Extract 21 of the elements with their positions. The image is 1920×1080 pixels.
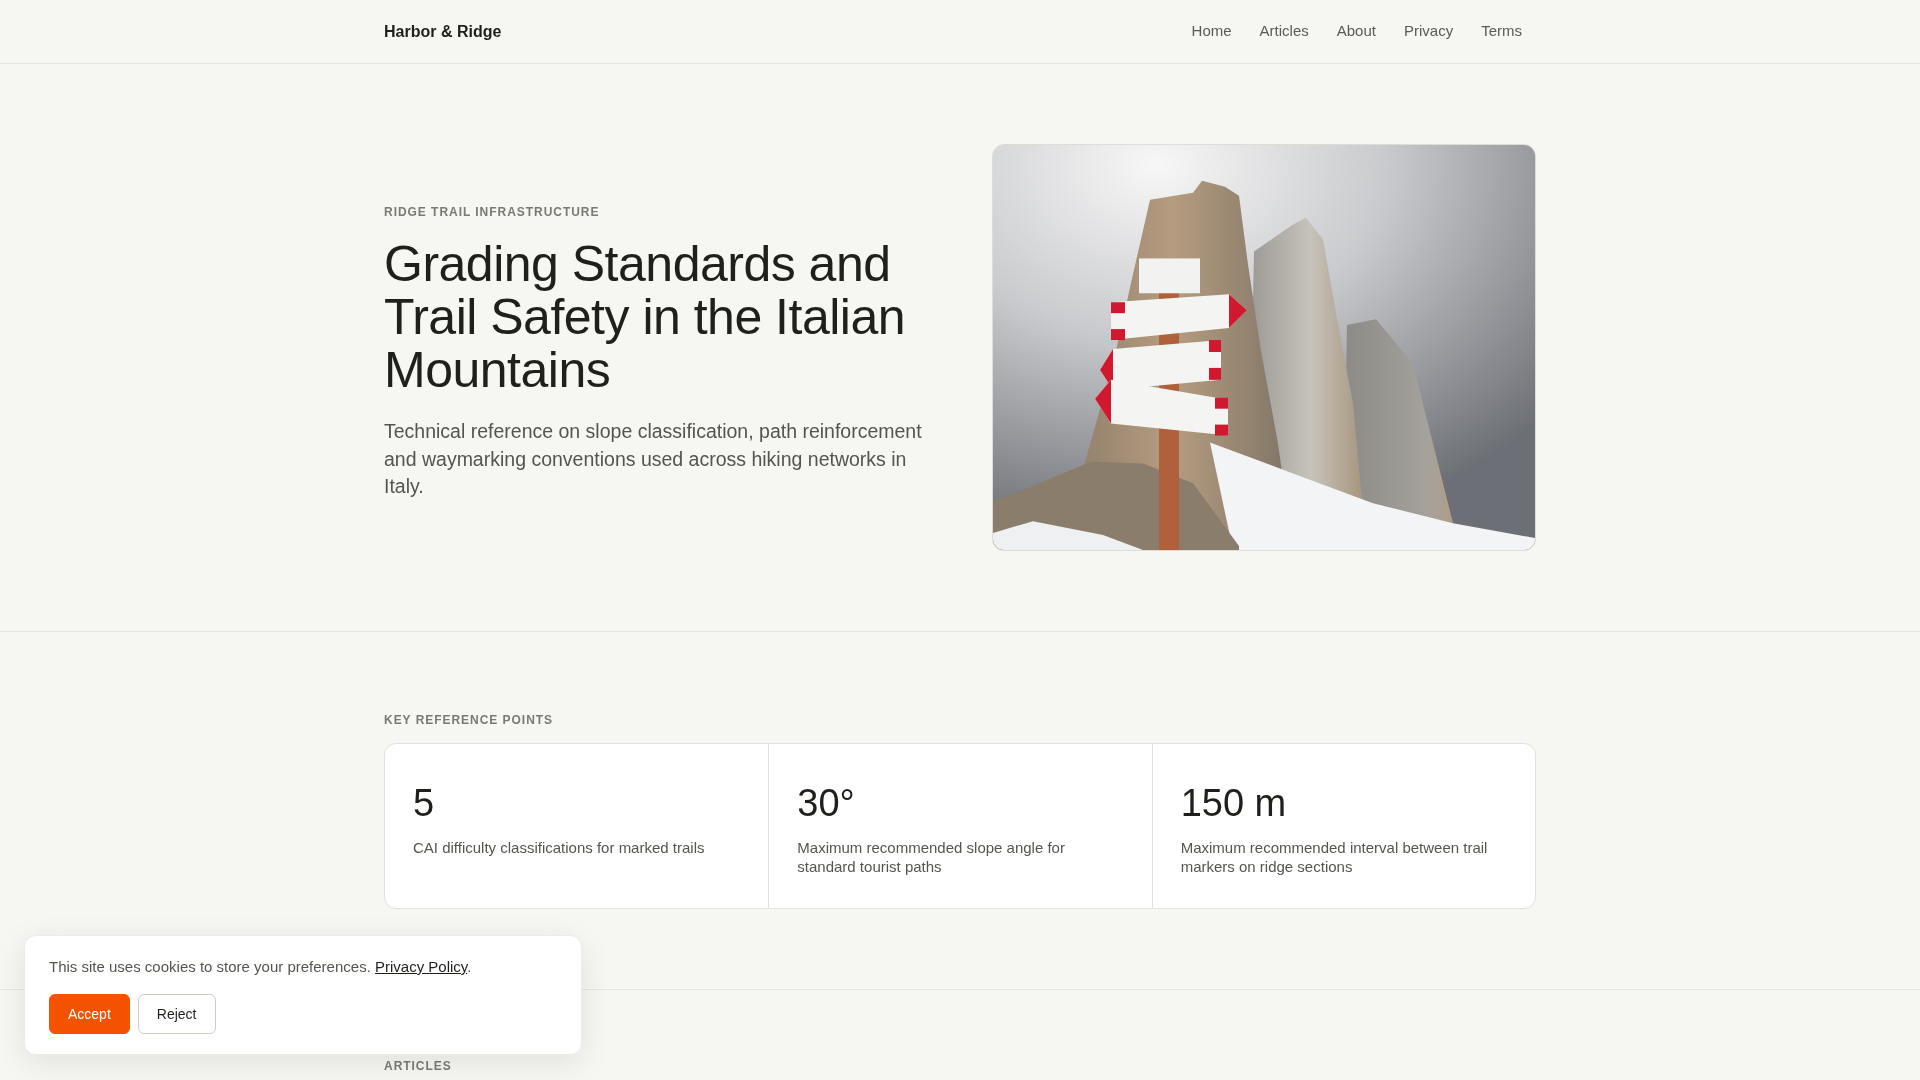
article-title: Grading Standards and Trail Safety in the Italian Mountains <box>384 238 907 398</box>
nav-link[interactable]: Home <box>1177 20 1246 43</box>
reject-button[interactable]: Reject <box>137 994 216 1034</box>
section-eyebrow: RIDGE TRAIL INFRASTRUCTURE <box>384 204 601 221</box>
nav-link[interactable]: About <box>1322 20 1390 43</box>
stat-caption: CAI difficulty classifications for marked trails <box>413 838 706 857</box>
stat-value: 30° <box>797 781 856 826</box>
site-brand[interactable]: Harbor & Ridge <box>384 19 502 44</box>
section-eyebrow: KEY REFERENCE POINTS <box>384 712 554 728</box>
cookie-notice: This site uses cookies to store your preferences. Privacy Policy. <box>49 957 473 977</box>
stat-caption: Maximum recommended interval between trail markers on ridge sections <box>1180 838 1489 876</box>
article-lead: Technical reference on slope classification, path reinforcement and waymarking conventions used across hiking networks in Italy. <box>384 419 923 500</box>
privacy-policy-link[interactable]: Privacy Policy <box>375 958 468 975</box>
accept-button[interactable]: Accept <box>49 994 130 1034</box>
stat-caption: Maximum recommended slope angle for standard tourist paths <box>797 838 1066 876</box>
section-eyebrow: ARTICLES <box>384 1058 453 1074</box>
stat-value: 5 <box>413 781 436 826</box>
nav-link[interactable]: Privacy <box>1389 20 1468 43</box>
stat-value: 150 m <box>1180 781 1288 826</box>
nav-link[interactable]: Terms <box>1467 20 1536 43</box>
nav-link[interactable]: Articles <box>1245 20 1323 43</box>
